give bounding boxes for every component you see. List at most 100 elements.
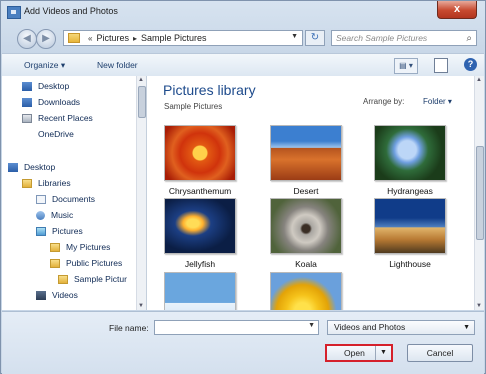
address-dropdown-icon[interactable]: ▼ — [291, 33, 298, 40]
scrollbar-thumb[interactable] — [476, 146, 484, 240]
folder-icon — [50, 258, 60, 268]
refresh-icon[interactable]: ↻ — [305, 30, 325, 46]
documents-icon — [36, 194, 46, 204]
nav-item-documents[interactable]: Documents — [36, 194, 95, 204]
scroll-down-icon[interactable]: ▼ — [476, 303, 482, 309]
search-placeholder: Search Sample Pictures — [336, 33, 428, 43]
nav-item-my-pictures[interactable]: My Pictures — [50, 242, 110, 252]
file-tile-penguins[interactable] — [159, 272, 241, 310]
nav-item-recent-places[interactable]: Recent Places — [22, 113, 93, 123]
thumbnail-image — [270, 198, 342, 254]
desktop-icon — [22, 81, 32, 91]
nav-item-onedrive[interactable]: OneDrive — [22, 129, 74, 139]
breadcrumb-separator-icon[interactable]: ▸ — [133, 34, 137, 43]
file-type-select[interactable]: Videos and Photos ▼ — [327, 320, 475, 335]
arrange-by-label: Arrange by: — [363, 97, 405, 106]
scroll-up-icon[interactable]: ▲ — [476, 77, 482, 83]
file-tile-koala[interactable]: Koala — [265, 198, 347, 269]
scroll-down-icon[interactable]: ▼ — [138, 303, 144, 309]
cancel-button[interactable]: Cancel — [407, 344, 473, 362]
forward-button[interactable]: ▶ — [36, 29, 56, 49]
chevron-down-icon[interactable]: ▼ — [463, 321, 470, 334]
breadcrumb-pictures[interactable]: Pictures — [96, 33, 129, 43]
open-label: Open — [344, 348, 365, 358]
recent-places-icon — [22, 113, 32, 123]
file-tile-hydrangeas[interactable]: Hydrangeas — [369, 125, 451, 196]
nav-item-label: Music — [51, 210, 74, 220]
content-scrollbar[interactable]: ▲ ▼ — [474, 76, 484, 310]
address-bar[interactable]: « Pictures ▸ Sample Pictures ▼ — [63, 30, 303, 46]
nav-item-label: Downloads — [38, 97, 81, 107]
music-icon — [36, 210, 45, 220]
file-tile-tulips[interactable] — [265, 272, 347, 310]
folder-icon — [50, 242, 60, 252]
new-folder-button[interactable]: New folder — [97, 60, 138, 70]
file-name-label: Jellyfish — [184, 259, 216, 269]
file-tile-desert[interactable]: Desert — [265, 125, 347, 196]
nav-item-label: My Pictures — [66, 242, 111, 252]
scrollbar-thumb[interactable] — [138, 86, 146, 118]
thumbnail-image — [270, 125, 342, 181]
folder-icon — [58, 274, 68, 284]
nav-item-label: Desktop — [38, 81, 70, 91]
file-name-input[interactable]: ▼ — [154, 320, 319, 335]
open-options-dropdown-icon[interactable]: ▼ — [380, 346, 387, 360]
nav-item-label: OneDrive — [38, 129, 74, 139]
toolbar: Organize ▾ New folder ▤ ▾ ? — [2, 53, 484, 77]
arrange-by-dropdown[interactable]: Folder ▾ — [423, 97, 452, 106]
nav-item-libraries[interactable]: Libraries — [22, 178, 71, 188]
nav-item-label: Libraries — [38, 178, 71, 188]
search-input[interactable]: Search Sample Pictures ⌕ — [331, 30, 477, 46]
file-tile-chrysanthemum[interactable]: Chrysanthemum — [159, 125, 241, 196]
file-name-label: File name: — [109, 323, 149, 333]
nav-item-pictures[interactable]: Pictures — [36, 226, 83, 236]
thumbnail-image — [374, 125, 446, 181]
breadcrumb-sample-pictures[interactable]: Sample Pictures — [141, 33, 207, 43]
nav-item-label: Sample Pictur — [74, 274, 127, 284]
nav-item-downloads[interactable]: Downloads — [22, 97, 80, 107]
nav-item-desktop[interactable]: Desktop — [8, 162, 55, 172]
navigation-pane: Desktop Downloads Recent Places OneDrive… — [2, 76, 147, 310]
organize-menu[interactable]: Organize ▾ — [24, 60, 65, 71]
open-button[interactable]: Open ▼ — [325, 344, 393, 362]
file-tile-jellyfish[interactable]: Jellyfish — [159, 198, 241, 269]
close-button[interactable]: x — [437, 1, 477, 19]
folder-icon — [68, 33, 80, 43]
preview-pane-icon[interactable] — [434, 58, 448, 73]
nav-item-label: Public Pictures — [66, 258, 123, 268]
file-tile-lighthouse[interactable]: Lighthouse — [369, 198, 451, 269]
nav-item-label: Desktop — [24, 162, 56, 172]
downloads-icon — [22, 97, 32, 107]
nav-item-desktop-favorite[interactable]: Desktop — [22, 81, 69, 91]
scroll-up-icon[interactable]: ▲ — [138, 77, 144, 83]
nav-item-videos[interactable]: Videos — [36, 290, 78, 300]
overflow-chevron-icon[interactable]: « — [88, 34, 92, 43]
navpane-scrollbar[interactable]: ▲ ▼ — [136, 76, 146, 310]
file-name-label: Lighthouse — [389, 259, 431, 269]
nav-item-label: Recent Places — [38, 113, 93, 123]
search-icon[interactable]: ⌕ — [466, 32, 472, 46]
thumbnail-image — [164, 198, 236, 254]
thumbnail-image — [164, 272, 236, 310]
back-button[interactable]: ◀ — [17, 29, 37, 49]
file-name-label: Chrysanthemum — [168, 186, 232, 196]
nav-item-public-pictures[interactable]: Public Pictures — [50, 258, 122, 268]
change-view-button[interactable]: ▤ ▾ — [394, 58, 418, 74]
file-name-label: Koala — [295, 259, 317, 269]
window-title: Add Videos and Photos — [24, 6, 118, 16]
file-name-label: Hydrangeas — [387, 186, 433, 196]
pictures-icon — [36, 226, 46, 236]
nav-item-sample-pictures[interactable]: Sample Pictur — [58, 274, 127, 284]
title-bar[interactable]: Add Videos and Photos x — [1, 1, 485, 23]
nav-item-music[interactable]: Music — [36, 210, 73, 220]
help-icon[interactable]: ? — [464, 58, 477, 71]
library-title: Pictures library — [163, 82, 256, 98]
file-name-dropdown-icon[interactable]: ▼ — [308, 322, 315, 329]
nav-item-label: Pictures — [52, 226, 83, 236]
nav-item-label: Videos — [52, 290, 78, 300]
library-subtitle: Sample Pictures — [164, 102, 223, 111]
onedrive-icon — [22, 130, 32, 139]
file-list-pane: Pictures library Sample Pictures Arrange… — [147, 76, 484, 310]
file-type-value: Videos and Photos — [334, 322, 406, 332]
nav-item-label: Documents — [52, 194, 95, 204]
